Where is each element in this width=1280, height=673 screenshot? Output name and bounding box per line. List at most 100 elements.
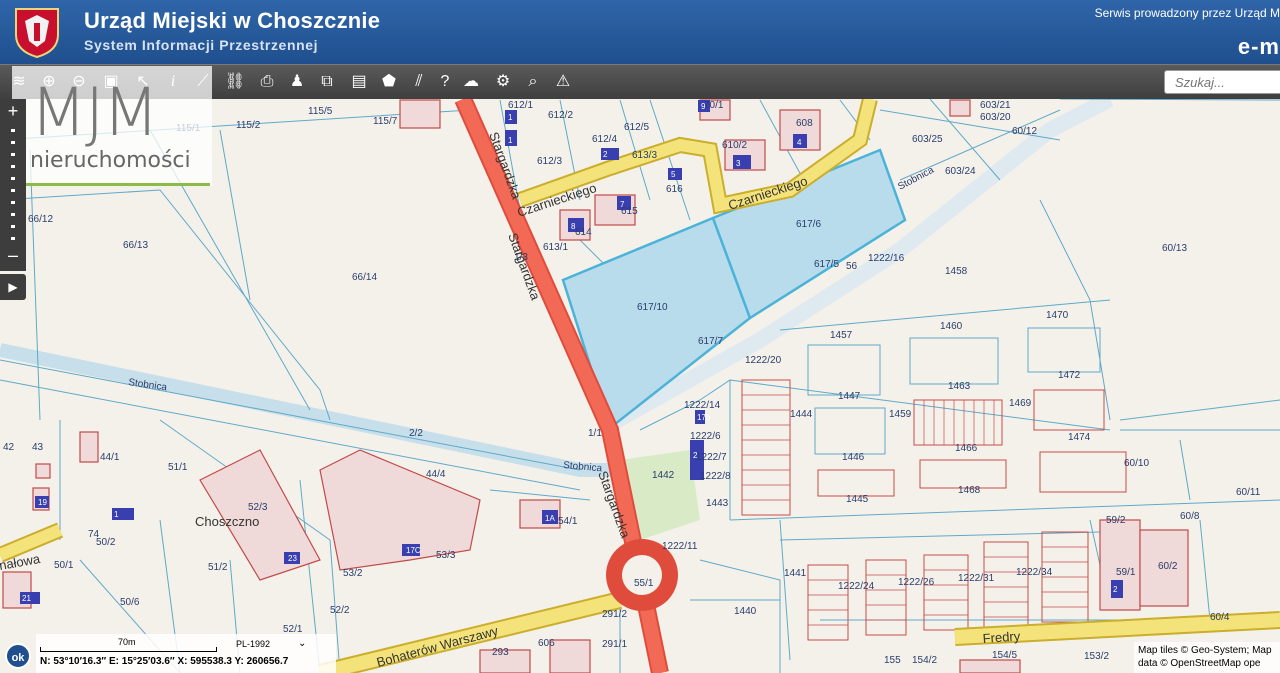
scale-label: 70m: [118, 637, 136, 647]
parcel-label: 60/8: [1180, 511, 1200, 522]
parcel-label: 617/7: [698, 336, 723, 347]
play-icon[interactable]: ▶: [0, 274, 26, 300]
parcel-label: 1222/7: [696, 452, 727, 463]
parcel-label: 60/2: [1158, 561, 1178, 572]
parcel-label: 1457: [830, 330, 853, 341]
building-number: 21: [22, 594, 31, 603]
person-icon[interactable]: ♟: [286, 71, 308, 93]
logo-underline: [12, 183, 210, 186]
building-number: 1: [114, 510, 119, 519]
street-label: Fredry: [982, 628, 1021, 646]
parcel-label: 603/20: [980, 112, 1011, 123]
parcel-label: 60/4: [1210, 612, 1230, 623]
search-map-icon[interactable]: ⌕: [522, 71, 544, 93]
building-number: 2: [1113, 585, 1118, 594]
parcel-label: 1/1: [588, 428, 602, 439]
building-number: 3: [736, 159, 741, 168]
parcel-label: 1222/6: [690, 431, 721, 442]
parcel-label: 603/21: [980, 100, 1011, 111]
parcel-label: 1468: [958, 485, 981, 496]
building-number: 2: [693, 451, 698, 460]
zoom-minus-icon[interactable]: –: [0, 245, 26, 266]
search-input[interactable]: [1164, 70, 1280, 94]
parcel-label: 291/2: [602, 609, 627, 620]
shape-icon[interactable]: ⬟: [378, 71, 400, 93]
link-icon[interactable]: ⛓: [224, 71, 246, 93]
building-number: 2: [603, 150, 608, 159]
help-icon[interactable]: ?: [434, 71, 456, 93]
parcel-label: 2/2: [409, 428, 423, 439]
parcel-label: 608: [796, 118, 813, 129]
parcel-label: 44/4: [426, 469, 446, 480]
parcel-label: 606: [538, 638, 555, 649]
building-number: 1: [508, 113, 513, 122]
parcel-label: 1445: [846, 494, 869, 505]
parcel-label: 55/1: [634, 578, 654, 589]
settings-icon[interactable]: ⚙: [492, 71, 514, 93]
building-number: 19: [38, 498, 47, 507]
parcel-label: 1466: [955, 443, 978, 454]
parcel-label: 44/1: [100, 452, 120, 463]
parcel-label: 52/3: [248, 502, 268, 513]
crs-dropdown-icon[interactable]: ⌄: [298, 638, 306, 649]
page-subtitle: System Informacji Przestrzennej: [84, 37, 319, 53]
parcel-label: 1460: [940, 321, 963, 332]
scale-bar: [40, 647, 217, 652]
parcel-label: 60/12: [1012, 126, 1037, 137]
hatch-icon[interactable]: ⫽: [408, 71, 430, 93]
parcel-label: 60/10: [1124, 458, 1149, 469]
parcel-label: 1472: [1058, 370, 1081, 381]
building-number: 17b: [697, 413, 711, 422]
parcel-label: 59/2: [1106, 515, 1126, 526]
parcel-label: 1441: [784, 568, 807, 579]
parcel-label: 1222/34: [1016, 567, 1053, 578]
parcel-label: 115/7: [373, 116, 398, 127]
layout-icon[interactable]: ▤: [348, 71, 370, 93]
parcel-label: 66/13: [123, 240, 148, 251]
parcel-label: 612/3: [537, 156, 562, 167]
parcel-label: 1469: [1009, 398, 1032, 409]
service-note: Serwis prowadzony przez Urząd M: [1094, 6, 1280, 20]
logo-main: MJM: [30, 74, 159, 151]
ok-button[interactable]: ok: [5, 643, 31, 669]
zoom-slider[interactable]: + –: [0, 99, 26, 271]
print-icon[interactable]: ⎙: [256, 71, 278, 93]
building-number: 17C: [406, 546, 421, 555]
parcel-label: 60/13: [1162, 243, 1187, 254]
parcel-label: 1446: [842, 452, 865, 463]
building-number: 1: [508, 136, 513, 145]
building-number: 23: [288, 554, 297, 563]
parcel-label: 612/4: [592, 134, 617, 145]
zoom-ticks[interactable]: [11, 129, 15, 247]
parcel-label: 1222/20: [745, 355, 782, 366]
parcel-label: 1459: [889, 409, 912, 420]
parcel-label: 614: [575, 227, 592, 238]
parcel-label: 50/1: [54, 560, 74, 571]
parcel-label: 613/1: [543, 242, 568, 253]
parcel-label: 66/14: [352, 272, 377, 283]
parcel-label: 1222/26: [898, 577, 935, 588]
parcel-label: 154/2: [912, 655, 937, 666]
parcel-label: 66/12: [28, 214, 53, 225]
copy-icon[interactable]: ⧉: [316, 71, 338, 93]
parcel-label: 603/24: [945, 166, 976, 177]
parcel-label: 155: [884, 655, 901, 666]
parcel-label: 1222/24: [838, 581, 875, 592]
parcel-label: 54/1: [558, 516, 578, 527]
parcel-label: 610/2: [722, 140, 747, 151]
scale-panel: 70m PL-1992 ⌄ N: 53°10′16.3″ E: 15°25′03…: [36, 634, 336, 673]
parcel-label: 51/2: [208, 562, 228, 573]
parcel-label: 612/5: [624, 122, 649, 133]
building-number: 8: [571, 222, 576, 231]
city-crest-icon: [15, 8, 59, 59]
parcel-label: 1470: [1046, 310, 1069, 321]
cloud-upload-icon[interactable]: ☁: [460, 71, 482, 93]
parcel-label: 603/25: [912, 134, 943, 145]
parcel-label: 50/2: [96, 537, 116, 548]
parcel-label: 1222/16: [868, 253, 905, 264]
zoom-plus-icon[interactable]: +: [0, 101, 26, 122]
parcel-label: 1447: [838, 391, 861, 402]
building-number: 5: [671, 170, 676, 179]
warning-icon[interactable]: ⚠: [552, 71, 574, 93]
parcel-label: 70/1: [704, 100, 724, 111]
